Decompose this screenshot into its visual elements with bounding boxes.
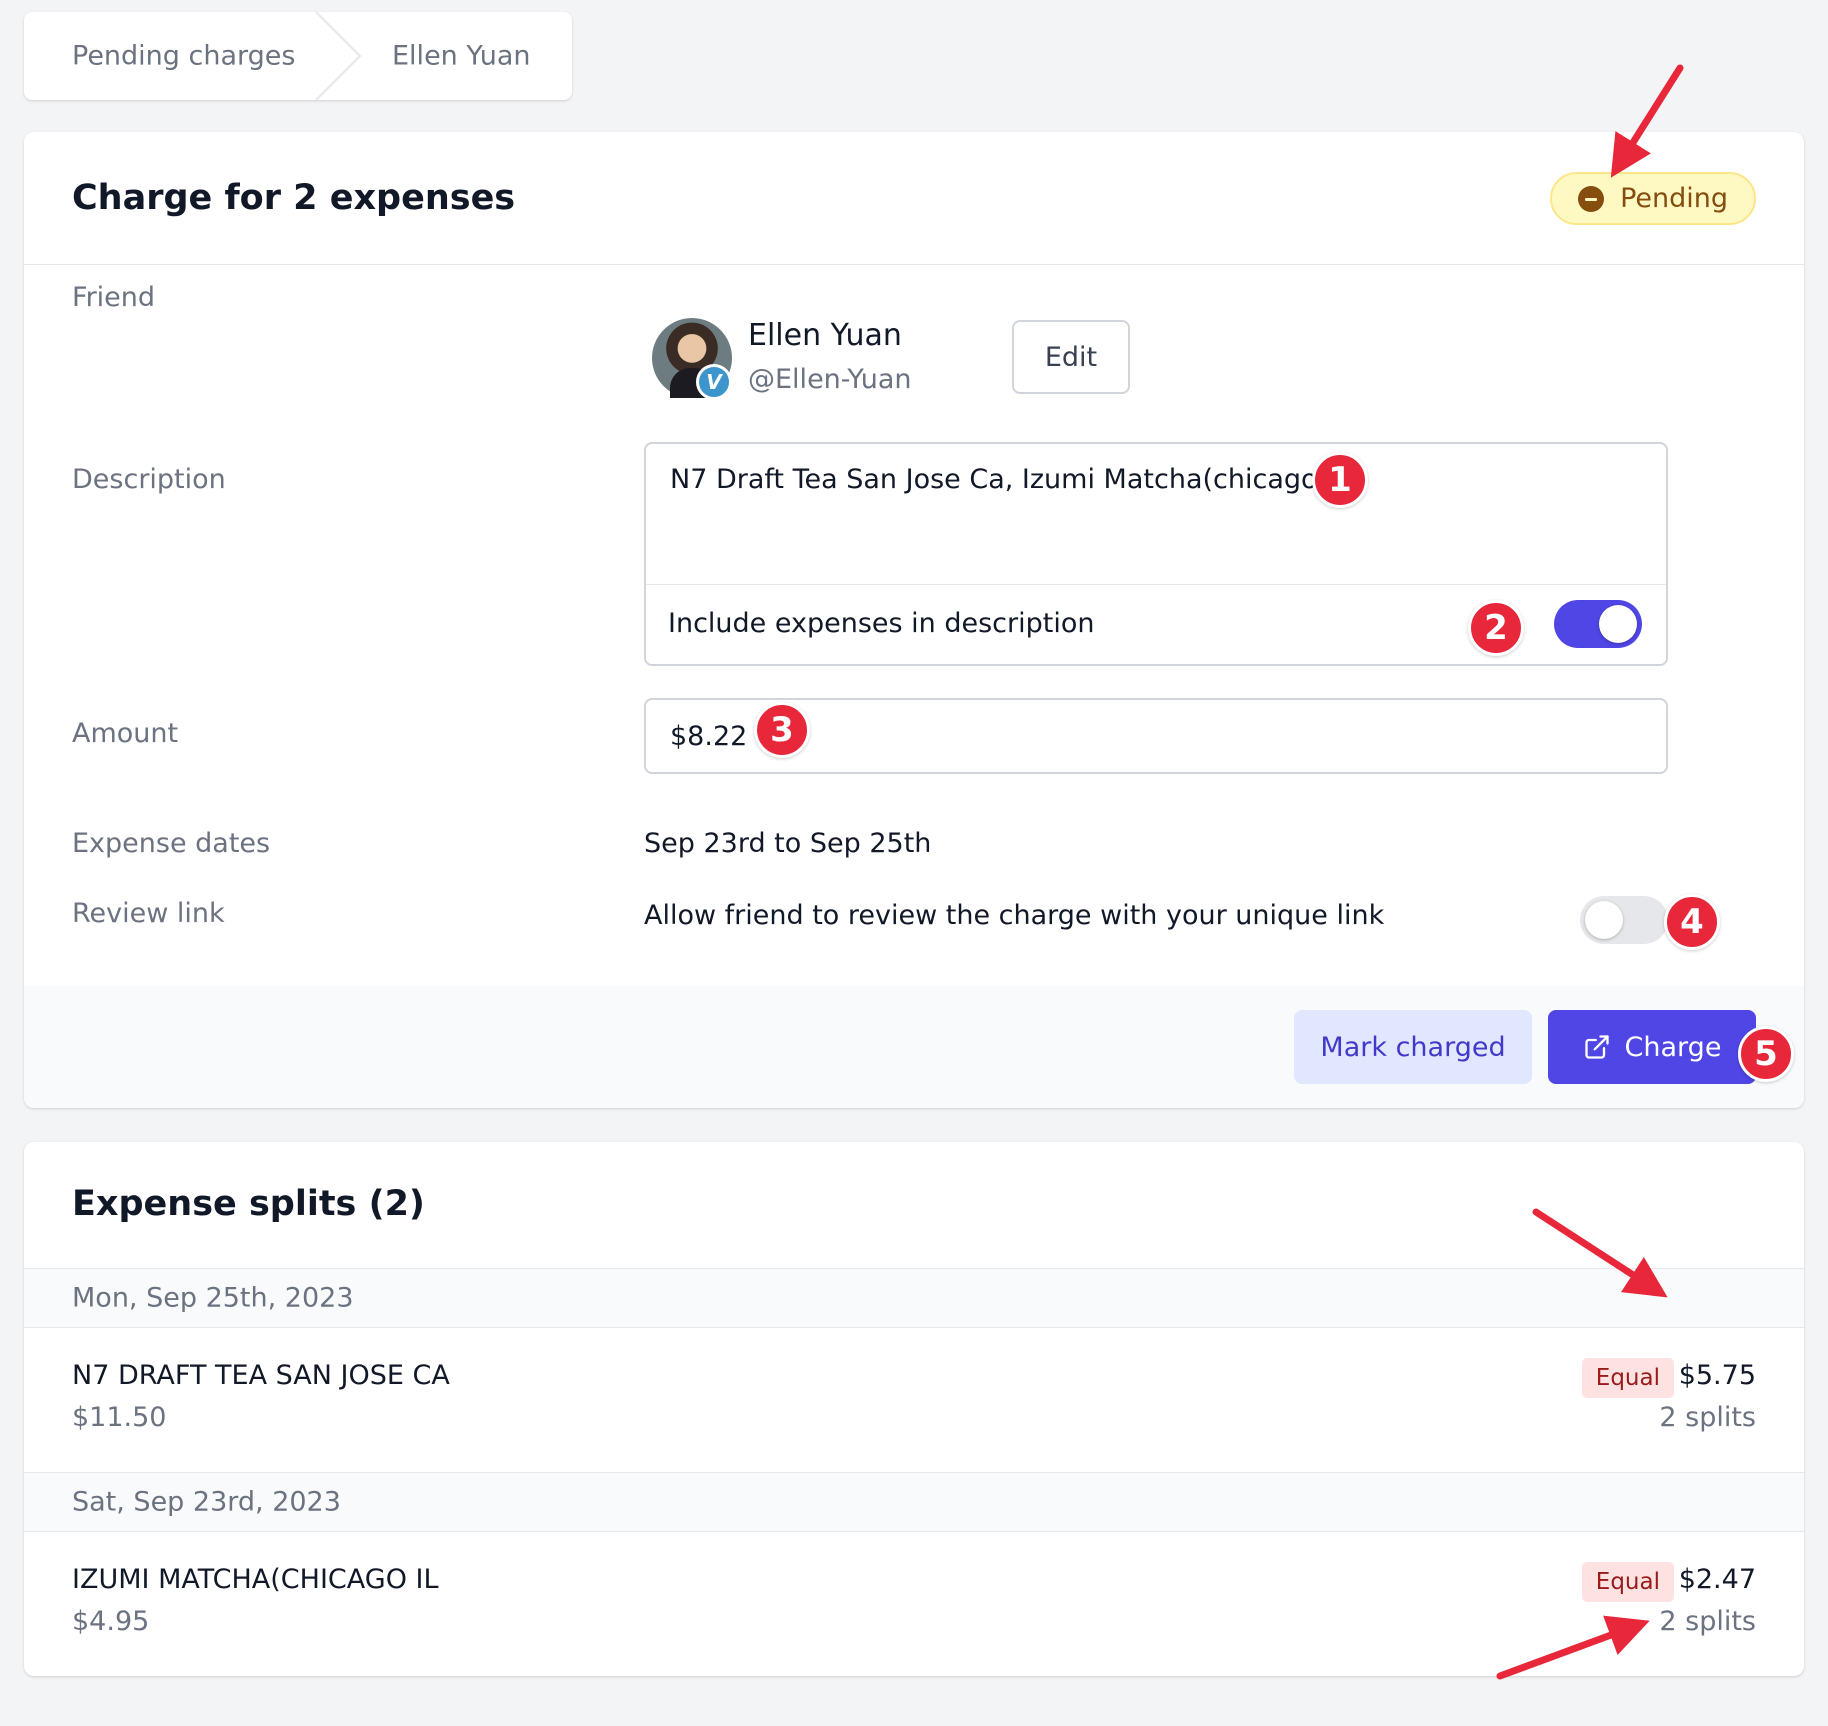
- include-expenses-label: Include expenses in description: [668, 608, 1095, 639]
- breadcrumb-pending-charges[interactable]: Pending charges: [72, 41, 295, 72]
- breadcrumb: Pending charges Ellen Yuan: [24, 12, 572, 100]
- split-count: 2 splits: [1659, 1606, 1756, 1637]
- status-badge-label: Pending: [1620, 183, 1728, 214]
- breadcrumb-ellen-yuan: Ellen Yuan: [392, 40, 531, 72]
- expense-splits-title: Expense splits (2): [72, 1184, 425, 1224]
- list-item[interactable]: N7 DRAFT TEA SAN JOSE CA $11.50 Equal $5…: [24, 1328, 1804, 1473]
- split-method-badge: Equal: [1581, 1562, 1674, 1602]
- date-group-label: Sat, Sep 23rd, 2023: [72, 1486, 341, 1518]
- toggle-knob: [1585, 901, 1623, 939]
- charge-button-label: Charge: [1624, 1031, 1722, 1063]
- friend-name: Ellen Yuan: [748, 318, 902, 353]
- amount-label: Amount: [72, 718, 179, 749]
- expense-name: N7 DRAFT TEA SAN JOSE CA: [72, 1360, 450, 1391]
- split-count: 2 splits: [1659, 1402, 1756, 1433]
- expense-dates-value: Sep 23rd to Sep 25th: [644, 828, 932, 859]
- split-amount: $2.47: [1678, 1564, 1756, 1595]
- mark-charged-button[interactable]: Mark charged: [1294, 1010, 1532, 1084]
- charge-button[interactable]: Charge: [1548, 1010, 1756, 1084]
- review-link-toggle[interactable]: [1580, 896, 1668, 944]
- status-badge: Pending: [1550, 172, 1756, 225]
- description-label: Description: [72, 464, 226, 495]
- breadcrumb-chevron-icon: [315, 12, 362, 100]
- page-title: Charge for 2 expenses: [72, 178, 516, 218]
- charge-card-footer: Mark charged Charge: [24, 986, 1804, 1108]
- external-link-icon: [1584, 1035, 1609, 1059]
- step-marker-2: 2: [1468, 600, 1524, 656]
- expense-dates-label: Expense dates: [72, 828, 271, 859]
- expense-total: $11.50: [72, 1402, 167, 1433]
- minus-circle-icon: [1578, 185, 1605, 212]
- expense-total: $4.95: [72, 1606, 150, 1637]
- charge-card: Charge for 2 expenses Pending Friend V E…: [24, 132, 1804, 1108]
- step-marker-1: 1: [1312, 452, 1368, 508]
- date-group-header: Mon, Sep 25th, 2023: [24, 1268, 1804, 1328]
- split-amount: $5.75: [1678, 1360, 1756, 1391]
- description-input[interactable]: N7 Draft Tea San Jose Ca, Izumi Matcha(c…: [670, 464, 1342, 495]
- date-group-header: Sat, Sep 23rd, 2023: [24, 1472, 1804, 1532]
- step-marker-4: 4: [1664, 894, 1720, 950]
- date-group-label: Mon, Sep 25th, 2023: [72, 1282, 354, 1314]
- expense-splits-card: Expense splits (2) Mon, Sep 25th, 2023 N…: [24, 1142, 1804, 1676]
- split-method-badge: Equal: [1581, 1358, 1674, 1398]
- toggle-knob: [1599, 605, 1637, 643]
- venmo-icon: V: [696, 364, 732, 400]
- review-link-label: Review link: [72, 898, 225, 929]
- friend-handle: @Ellen-Yuan: [748, 364, 912, 395]
- description-divider: [646, 584, 1666, 585]
- edit-friend-button[interactable]: Edit: [1012, 320, 1130, 394]
- friend-label: Friend: [72, 282, 156, 313]
- list-item[interactable]: IZUMI MATCHA(CHICAGO IL $4.95 Equal $2.4…: [24, 1532, 1804, 1676]
- expense-name: IZUMI MATCHA(CHICAGO IL: [72, 1564, 439, 1595]
- charge-card-header: Charge for 2 expenses Pending: [24, 132, 1804, 265]
- step-marker-5: 5: [1738, 1026, 1794, 1082]
- step-marker-3: 3: [754, 702, 810, 758]
- review-link-text: Allow friend to review the charge with y…: [644, 900, 1385, 931]
- include-expenses-toggle[interactable]: [1554, 600, 1642, 648]
